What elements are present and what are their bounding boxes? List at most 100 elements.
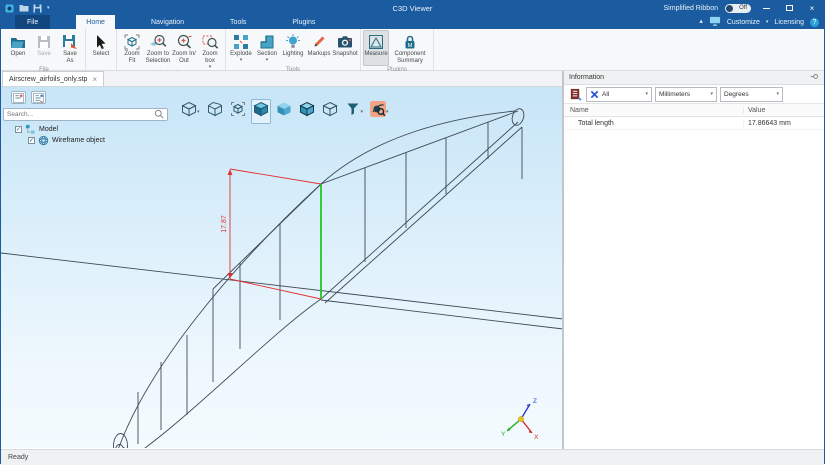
pin-icon[interactable]	[810, 72, 819, 83]
combo-caret-icon[interactable]: ▾	[710, 92, 713, 96]
save-quick-icon[interactable]	[33, 4, 43, 13]
tree-item-wireframe-object[interactable]: ✓ Wireframe object	[1, 135, 171, 146]
menu-tab-bar: File Home Navigation Tools Plugins ▴ Customi…	[1, 15, 824, 29]
zoom-box-button[interactable]: Zoom box▾	[197, 30, 223, 70]
save-button[interactable]: Save	[31, 30, 57, 66]
lighting-icon	[284, 33, 302, 51]
measurement-list-icon[interactable]	[567, 87, 583, 102]
button-label: Markups	[307, 51, 330, 58]
filter-button[interactable]: ▾	[343, 99, 366, 124]
document-tab-close-icon[interactable]: ×	[92, 75, 97, 84]
customize-caret-icon[interactable]: ▾	[766, 20, 769, 24]
cube-edges-icon	[299, 101, 315, 122]
component-summary-icon: M	[401, 33, 419, 51]
tree-item-label: Wireframe object	[52, 137, 105, 144]
measurement-dimension	[230, 169, 321, 299]
measure-button[interactable]: Measure	[363, 30, 389, 66]
tree-checkbox[interactable]: ✓	[28, 137, 35, 144]
menu-tab-plugins[interactable]: Plugins	[282, 15, 325, 29]
zoom-in-out-button[interactable]: Zoom In/ Out	[171, 30, 197, 66]
component-summary-button[interactable]: MComponent Summary	[389, 30, 431, 66]
select-button[interactable]: Select	[88, 30, 114, 66]
document-tab-label: Airscrew_airfoils_only.stp	[9, 76, 87, 83]
dimension-arrow-bottom	[228, 273, 233, 279]
customize-button[interactable]: Customize	[727, 19, 760, 26]
display-solid-button[interactable]	[274, 99, 294, 124]
perspective-mode-button[interactable]	[205, 99, 225, 124]
save-as-button[interactable]: Save As	[57, 30, 83, 66]
tree-search-box[interactable]	[3, 108, 168, 121]
dropdown-caret-icon[interactable]: ▾	[209, 65, 212, 69]
open-quick-icon[interactable]	[19, 4, 29, 13]
title-bar: ▾ C3D Viewer Simplified Ribbon Off ×	[1, 1, 824, 15]
combo-value: All	[602, 91, 642, 98]
monitor-icon[interactable]	[709, 16, 721, 28]
toggle-state-label: Off	[739, 5, 747, 11]
document-tab-bar: Airscrew_airfoils_only.stp ×	[1, 71, 562, 87]
dropdown-caret-icon[interactable]: ▾	[197, 110, 200, 114]
search-input[interactable]	[7, 111, 154, 118]
quick-access-caret-icon[interactable]: ▾	[47, 6, 50, 10]
document-tab[interactable]: Airscrew_airfoils_only.stp ×	[2, 71, 104, 86]
button-label: Component Summary	[394, 51, 425, 65]
dropdown-caret-icon[interactable]: ▾	[240, 58, 243, 62]
folder-open-icon	[9, 33, 27, 51]
app-logo-icon	[5, 4, 15, 13]
button-label: Open	[11, 51, 26, 58]
zoom-fit-button[interactable]: Zoom Fit	[119, 30, 145, 66]
info-combo-millimeters[interactable]: Millimeters▾	[655, 87, 717, 102]
dropdown-caret-icon[interactable]: ▾	[386, 110, 389, 114]
section-button[interactable]: Section▾	[254, 30, 280, 66]
combo-caret-icon[interactable]: ▾	[776, 92, 779, 96]
display-shaded-edges-button[interactable]	[297, 99, 317, 124]
quick-access-toolbar: ▾	[1, 4, 50, 13]
ribbon-group-label	[88, 66, 114, 70]
collapse-ribbon-icon[interactable]: ▴	[699, 20, 703, 24]
help-icon[interactable]: ?	[810, 18, 819, 27]
minimize-button[interactable]	[758, 2, 774, 14]
lighting-button[interactable]: Lighting	[280, 30, 306, 66]
open-button[interactable]: Open	[5, 30, 31, 66]
zoom-to-selection-button[interactable]: Zoom to Selection	[145, 30, 171, 66]
tree-checkbox[interactable]: ✓	[15, 126, 22, 133]
markups-button[interactable]: Markups	[306, 30, 332, 66]
button-label: Save	[37, 51, 51, 58]
tree-item-model[interactable]: ✓Model	[1, 124, 171, 135]
triad-x-label: X	[534, 434, 539, 440]
axis-line	[1, 253, 562, 319]
menu-tab-tools[interactable]: Tools	[220, 15, 256, 29]
snapshot-icon	[336, 33, 354, 51]
cube-open-icon	[207, 101, 223, 122]
combo-value: Degrees	[724, 91, 773, 98]
snapshot-button[interactable]: Snapshot	[332, 30, 358, 66]
display-wireframe-button[interactable]	[320, 99, 340, 124]
model-tree-panel: ✓Model✓Wireframe object	[1, 87, 171, 146]
simplified-ribbon-toggle[interactable]: Off	[725, 4, 751, 13]
close-button[interactable]: ×	[804, 2, 820, 14]
dropdown-caret-icon[interactable]: ▾	[361, 110, 364, 114]
model-icon	[25, 124, 36, 135]
collapse-tree-button[interactable]	[11, 91, 26, 104]
fit-view-button[interactable]	[228, 99, 248, 124]
licensing-button[interactable]: Licensing	[774, 19, 804, 26]
3d-viewport[interactable]: 17.87 ▾ ▾▾	[1, 87, 562, 448]
view-orientation-button[interactable]: ▾	[179, 99, 202, 124]
cube-hidden-icon	[322, 101, 338, 122]
menu-tab-home[interactable]: Home	[76, 15, 115, 29]
orbit-search-button[interactable]: ▾	[368, 99, 391, 124]
menu-tab-file[interactable]: File	[15, 15, 50, 29]
explode-button[interactable]: Explode▾	[228, 30, 254, 66]
expand-tree-button[interactable]	[31, 91, 46, 104]
button-label: Measure	[364, 51, 387, 58]
menu-tab-navigation[interactable]: Navigation	[141, 15, 194, 29]
dropdown-caret-icon[interactable]: ▾	[266, 58, 269, 62]
button-label: Zoom Fit	[124, 51, 139, 65]
display-shaded-button[interactable]	[251, 99, 271, 124]
button-label: Lighting	[282, 51, 303, 58]
info-combo-all[interactable]: All▾	[586, 87, 652, 102]
table-row[interactable]: Total length17.86643 mm	[564, 117, 824, 130]
combo-caret-icon[interactable]: ▾	[645, 92, 648, 96]
search-icon	[154, 106, 164, 124]
info-combo-degrees[interactable]: Degrees▾	[720, 87, 783, 102]
maximize-button[interactable]	[781, 2, 797, 14]
